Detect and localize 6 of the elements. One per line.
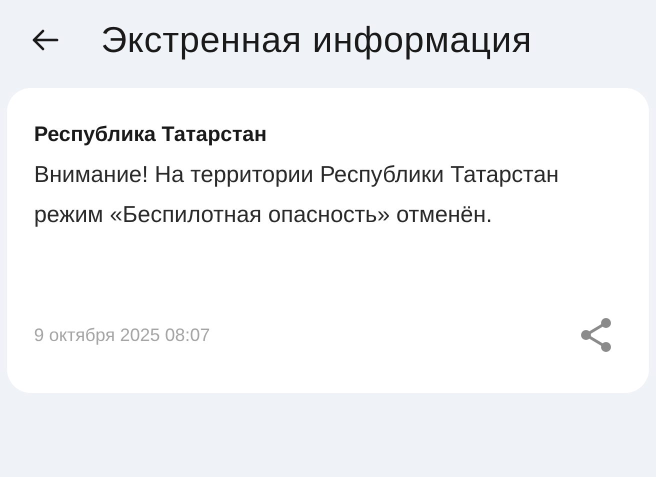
alert-region: Республика Татарстан bbox=[34, 122, 268, 148]
share-button[interactable] bbox=[579, 317, 613, 353]
back-button[interactable] bbox=[31, 28, 59, 52]
alert-timestamp: 9 октября 2025 08:07 bbox=[34, 324, 210, 346]
page-title: Экстренная информация bbox=[101, 19, 532, 61]
alert-message: Внимание! На территории Республики Татарстан режим «Беспилотная опасность» отменён. bbox=[34, 160, 560, 229]
